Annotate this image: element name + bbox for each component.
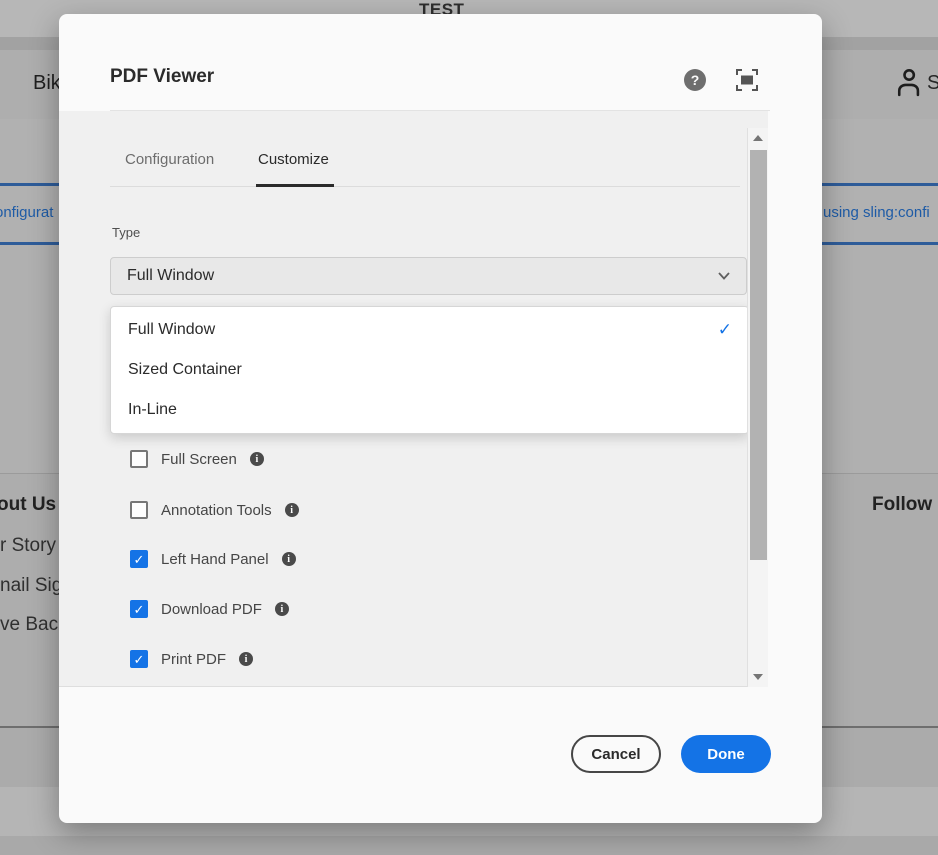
option-label: Full Window [128,321,216,338]
active-tab-indicator [256,184,334,187]
info-icon[interactable]: i [281,552,296,566]
scrollbar-thumb[interactable] [750,150,767,560]
page-band [0,836,938,855]
info-glyph: i [280,603,284,615]
info-glyph: i [244,653,248,665]
scroll-down-arrow-icon[interactable] [753,674,763,680]
selected-check-icon: ✓ [717,320,732,339]
footer-link-about: out Us [0,494,57,515]
scroll-up-arrow-icon[interactable] [753,135,763,141]
info-icon[interactable]: i [249,452,264,466]
checkmark-icon: ✓ [133,601,145,617]
info-icon[interactable]: i [274,602,289,616]
info-icon[interactable]: i [239,652,254,666]
tab-bar-divider [110,186,740,187]
background-link: onfigurat [0,204,54,221]
checkbox-label: Annotation Tools [161,501,272,519]
help-glyph: ? [690,72,700,88]
background-link: using sling:confi [823,204,930,221]
checkbox-label: Download PDF [161,600,262,618]
checkmark-icon: ✓ [133,651,145,667]
scrollbar-track[interactable] [747,128,768,687]
type-select-value: Full Window [127,267,215,284]
option-sized-container[interactable]: Sized Container ✓ [111,350,748,390]
checkbox-row: ✓ Annotation Tools i [130,500,299,520]
option-full-window[interactable]: Full Window ✓ [111,310,748,350]
full-screen-checkbox[interactable]: ✓ [130,450,148,468]
tab-customize[interactable]: Customize [258,151,329,168]
checkbox-label: Left Hand Panel [161,550,269,568]
left-hand-panel-checkbox[interactable]: ✓ [130,550,148,568]
site-nav-text: Bik [33,72,61,94]
footer-link-give: ve Bac [0,614,59,635]
checkbox-row: ✓ Full Screen i [130,449,264,469]
type-select-popup: Full Window ✓ Sized Container ✓ In-Line … [110,306,749,434]
footer-link-email: nail Sig [0,575,63,596]
option-label: In-Line [128,401,177,418]
account-label: S [927,72,938,94]
account-icon [897,69,920,97]
pdf-viewer-dialog: PDF Viewer ? Configuration Customize Typ… [59,14,822,823]
checkbox-row: ✓ Print PDF i [130,649,254,669]
help-icon[interactable]: ? [684,69,706,91]
checkmark-icon: ✓ [133,551,145,567]
footer-follow-heading: Follow [872,494,933,515]
checkbox-label: Full Screen [161,450,237,468]
cancel-button[interactable]: Cancel [571,735,661,773]
info-glyph: i [255,453,259,465]
screen: TEST Bik S onfigurat using sling:confi o… [0,0,938,855]
info-glyph: i [290,504,294,516]
chevron-down-icon [718,272,730,280]
footer-link-story: r Story [0,535,56,556]
info-glyph: i [287,553,290,565]
type-field-label: Type [112,225,141,240]
option-in-line[interactable]: In-Line ✓ [111,390,748,430]
fullscreen-icon[interactable] [735,68,759,92]
info-icon[interactable]: i [284,503,299,517]
download-pdf-checkbox[interactable]: ✓ [130,600,148,618]
type-select[interactable]: Full Window [110,257,747,295]
checkbox-label: Print PDF [161,650,227,668]
checkbox-row: ✓ Left Hand Panel i [130,549,296,569]
annotation-tools-checkbox[interactable]: ✓ [130,501,148,519]
tab-configuration[interactable]: Configuration [125,151,214,168]
done-button[interactable]: Done [681,735,771,773]
checkbox-row: ✓ Download PDF i [130,599,289,619]
option-label: Sized Container [128,361,242,378]
print-pdf-checkbox[interactable]: ✓ [130,650,148,668]
dialog-title: PDF Viewer [110,66,215,87]
